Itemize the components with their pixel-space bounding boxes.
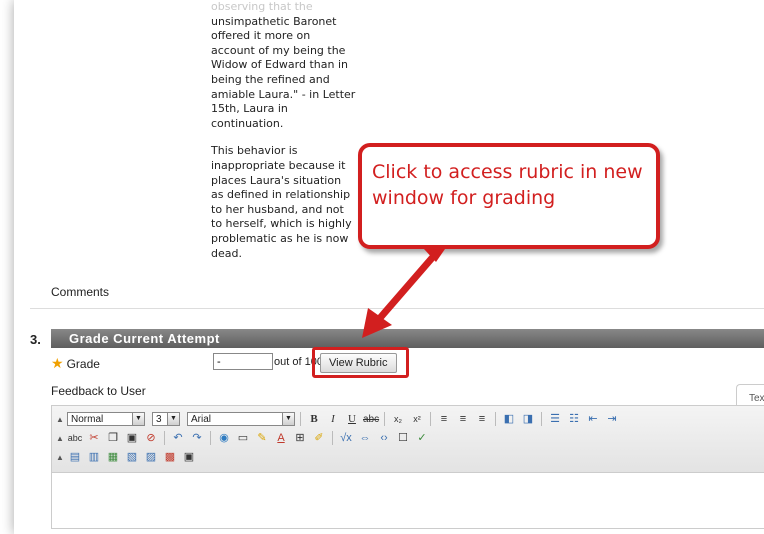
toolbar-row-1: ▲ Normal ▼ 3 ▼ Arial ▼ B I U abc x₂ x² ≡ ≡ … <box>56 410 620 428</box>
mashup-icon[interactable]: ▣ <box>181 450 197 465</box>
copy-icon[interactable]: ❐ <box>105 431 121 446</box>
toolbar-separator <box>300 412 301 426</box>
grade-label-text: Grade <box>66 357 100 371</box>
toolbar-row-2: ▲ abc ✂ ❐ ▣ ⊘ ↶ ↷ ◉ ▭ ✎ A ⊞ ✐ √x ⇔ ‹› ☐ … <box>56 429 430 447</box>
cut-icon[interactable]: ✂ <box>86 431 102 446</box>
equation-icon[interactable]: √x <box>338 431 354 446</box>
grade-input[interactable] <box>213 353 273 370</box>
submission-paragraph-2: This behavior is inappropriate because i… <box>211 144 352 260</box>
check-icon[interactable]: ✓ <box>414 431 430 446</box>
insert-audio-icon[interactable]: ▧ <box>124 450 140 465</box>
chevron-down-icon: ▼ <box>282 413 294 425</box>
spellcheck-icon[interactable]: abc <box>67 431 83 446</box>
submission-text: observing that the unsimpathetic Baronet… <box>211 0 356 274</box>
feedback-text-area[interactable] <box>51 472 764 529</box>
insert-video-icon[interactable]: ▨ <box>143 450 159 465</box>
editor-toolbar: ▲ Normal ▼ 3 ▼ Arial ▼ B I U abc x₂ x² ≡ ≡ … <box>51 405 764 473</box>
size-select-value: 3 <box>156 413 162 425</box>
highlight-icon[interactable]: ✐ <box>311 431 327 446</box>
format-select[interactable]: Normal ▼ <box>67 412 145 426</box>
unlink-icon[interactable]: ⊘ <box>143 431 159 446</box>
insert-image-icon[interactable]: ▥ <box>86 450 102 465</box>
comments-label: Comments <box>51 285 110 299</box>
font-select-value: Arial <box>191 413 212 425</box>
link-icon[interactable]: ◉ <box>216 431 232 446</box>
insert-pdf-icon[interactable]: ▩ <box>162 450 178 465</box>
paste-icon[interactable]: ▣ <box>124 431 140 446</box>
toolbar-separator <box>332 431 333 445</box>
chevron-down-icon: ▼ <box>132 413 144 425</box>
italic-icon[interactable]: I <box>325 412 341 427</box>
html-view-icon[interactable]: ⇔ <box>357 431 373 446</box>
replace-icon[interactable]: ◨ <box>520 412 536 427</box>
align-center-icon[interactable]: ≡ <box>455 412 471 427</box>
faded-line: observing that the <box>211 0 313 13</box>
section-header: Grade Current Attempt <box>51 329 764 348</box>
align-right-icon[interactable]: ≡ <box>474 412 490 427</box>
submission-paragraph-1: unsimpathetic Baronet offered it more on… <box>211 14 356 130</box>
question-number: 3. <box>30 332 41 347</box>
redo-icon[interactable]: ↷ <box>189 431 205 446</box>
size-select[interactable]: 3 ▼ <box>152 412 180 426</box>
callout-text: Click to access rubric in new window for… <box>372 161 643 209</box>
required-star-icon: ★ <box>51 355 64 371</box>
toolbar-separator <box>164 431 165 445</box>
toolbar-separator <box>495 412 496 426</box>
bullet-list-icon[interactable]: ☷ <box>566 412 582 427</box>
toolbar-separator <box>210 431 211 445</box>
out-of-label: out of 100 <box>274 356 323 368</box>
find-icon[interactable]: ◧ <box>501 412 517 427</box>
collapse-icon[interactable]: ▲ <box>56 434 64 443</box>
fullscreen-icon[interactable]: ☐ <box>395 431 411 446</box>
toolbar-separator <box>430 412 431 426</box>
pen-icon[interactable]: ✎ <box>254 431 270 446</box>
feedback-label: Feedback to User <box>51 384 146 398</box>
insert-media-icon[interactable]: ▦ <box>105 450 121 465</box>
format-select-value: Normal <box>71 413 104 425</box>
strikethrough-icon[interactable]: abc <box>363 412 379 427</box>
view-rubric-button[interactable]: View Rubric <box>320 353 397 373</box>
insert-object-icon[interactable]: ⊞ <box>292 431 308 446</box>
grade-label: ★ Grade <box>51 355 100 372</box>
indent-icon[interactable]: ⇥ <box>604 412 620 427</box>
text-color-icon[interactable]: A <box>273 431 289 446</box>
divider <box>30 308 764 309</box>
chevron-down-icon: ▼ <box>167 413 179 425</box>
attach-file-icon[interactable]: ▤ <box>67 450 83 465</box>
toolbar-separator <box>541 412 542 426</box>
table-icon[interactable]: ▭ <box>235 431 251 446</box>
underline-icon[interactable]: U <box>344 412 360 427</box>
toolbar-row-3: ▲ ▤ ▥ ▦ ▧ ▨ ▩ ▣ <box>56 448 197 466</box>
superscript-icon[interactable]: x² <box>409 412 425 427</box>
numbered-list-icon[interactable]: ☰ <box>547 412 563 427</box>
code-icon[interactable]: ‹› <box>376 431 392 446</box>
font-select[interactable]: Arial ▼ <box>187 412 295 426</box>
bold-icon[interactable]: B <box>306 412 322 427</box>
outdent-icon[interactable]: ⇤ <box>585 412 601 427</box>
toolbar-separator <box>384 412 385 426</box>
collapse-icon[interactable]: ▲ <box>56 415 64 424</box>
collapse-icon[interactable]: ▲ <box>56 453 64 462</box>
subscript-icon[interactable]: x₂ <box>390 412 406 427</box>
callout-box: Click to access rubric in new window for… <box>358 143 660 249</box>
undo-icon[interactable]: ↶ <box>170 431 186 446</box>
align-left-icon[interactable]: ≡ <box>436 412 452 427</box>
